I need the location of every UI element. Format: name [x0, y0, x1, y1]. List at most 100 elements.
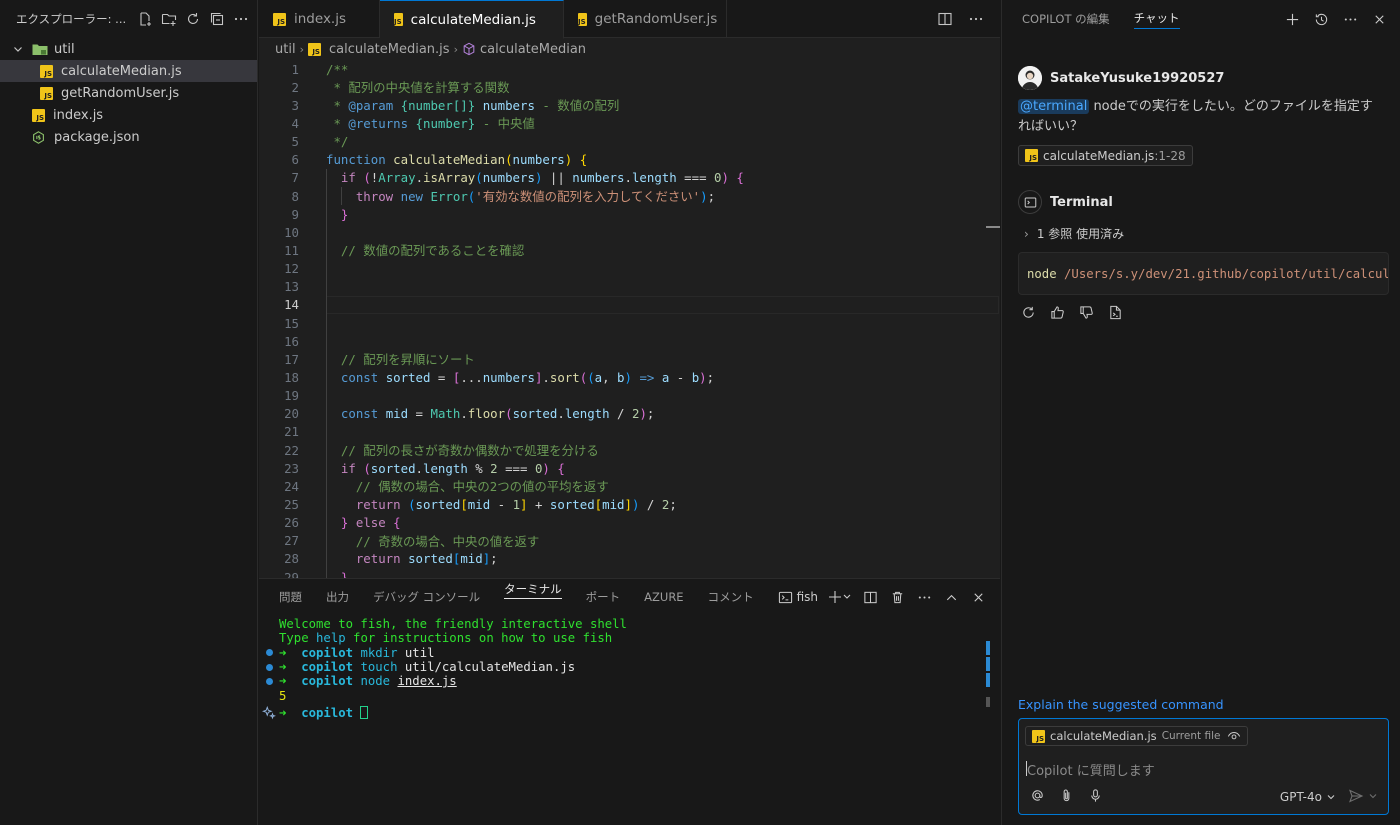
code-line[interactable]: 29 }	[259, 568, 1000, 579]
code-line[interactable]: 6 function calculateMedian(numbers) {	[259, 151, 1000, 169]
explain-command-link[interactable]: Explain the suggested command	[1018, 697, 1224, 712]
code-line[interactable]: 25 return (sorted[mid - 1] + sorted[mid]…	[259, 495, 1000, 513]
code-token: [	[460, 496, 468, 512]
editor-tab[interactable]: JS calculateMedian.js	[380, 0, 564, 39]
breadcrumb-folder[interactable]: util	[275, 42, 296, 57]
code-line[interactable]: 11 // 数値の配列であることを確認	[259, 241, 1000, 259]
attach-paperclip-icon[interactable]	[1058, 787, 1075, 804]
panel-tab[interactable]: 出力	[326, 579, 349, 615]
code-line[interactable]: 24 // 偶数の場合、中央の2つの値の平均を返す	[259, 477, 1000, 495]
thumbs-up-icon[interactable]	[1049, 304, 1066, 321]
thumbs-down-icon[interactable]	[1078, 304, 1095, 321]
code-line[interactable]: 2 * 配列の中央値を計算する関数	[259, 78, 1000, 96]
code-editor[interactable]: 1/** 2 * 配列の中央値を計算する関数 3 * @param {number[…	[259, 60, 1000, 578]
code-line[interactable]: 22 // 配列の長さが奇数か偶数かで処理を分ける	[259, 441, 1000, 459]
model-selector[interactable]: GPT-4o	[1280, 790, 1336, 804]
panel-more-icon[interactable]	[916, 589, 933, 606]
mention-at-icon[interactable]	[1029, 787, 1046, 804]
editor-tabbar: JS index.js JS calculateMedian.js JS getRando…	[259, 0, 1000, 39]
code-line[interactable]: 26 } else {	[259, 514, 1000, 532]
chat-input-box[interactable]: JS calculateMedian.js Current file Copil…	[1018, 718, 1389, 815]
current-file-chip[interactable]: JS calculateMedian.js Current file	[1025, 726, 1249, 746]
trash-icon[interactable]	[889, 589, 906, 606]
panel-tab[interactable]: コメント	[708, 579, 754, 615]
microphone-icon[interactable]	[1087, 787, 1104, 804]
command-success-dot[interactable]	[259, 663, 279, 671]
code-line[interactable]: 14	[259, 295, 1000, 315]
copilot-more-icon[interactable]	[1342, 11, 1359, 28]
code-token: ;	[490, 551, 498, 567]
close-icon[interactable]	[1371, 11, 1388, 28]
code-line[interactable]: 21	[259, 423, 1000, 441]
code-line[interactable]: 10	[259, 223, 1000, 241]
code-line[interactable]: 23 if (sorted.length % 2 === 0) {	[259, 459, 1000, 477]
terminal-prompt-line[interactable]: ➜ copilot	[259, 703, 1000, 723]
editor-more-icon[interactable]	[967, 10, 984, 27]
send-button[interactable]	[1348, 788, 1378, 804]
code-line[interactable]: 18 const sorted = [...numbers].sort((a, …	[259, 368, 1000, 386]
suggested-command-block[interactable]: node /Users/s.y/dev/21.github/copilot/ut…	[1018, 252, 1389, 295]
tree-item[interactable]: JS index.js	[0, 104, 257, 126]
close-panel-icon[interactable]	[970, 589, 987, 606]
tab-copilot-edit[interactable]: COPILOT の編集	[1022, 11, 1110, 27]
refresh-icon[interactable]	[184, 11, 201, 28]
code-line[interactable]: 17 // 配列を昇順にソート	[259, 350, 1000, 368]
new-terminal-icon[interactable]	[828, 589, 852, 606]
code-line[interactable]: 27 // 奇数の場合、中央の値を返す	[259, 532, 1000, 550]
code-line[interactable]: 19	[259, 387, 1000, 405]
maximize-panel-icon[interactable]	[943, 589, 960, 606]
split-terminal-icon[interactable]	[862, 589, 879, 606]
code-line[interactable]: 8 throw new Error('有効な数値の配列を入力してください');	[259, 187, 1000, 205]
plus-icon[interactable]	[1284, 11, 1301, 28]
code-line[interactable]: 5 */	[259, 133, 1000, 151]
editor-tab[interactable]: JS getRandomUser.js	[564, 0, 727, 38]
tab-chat[interactable]: チャット	[1133, 10, 1180, 29]
panel-tab[interactable]: ターミナル	[504, 579, 562, 599]
breadcrumb-file[interactable]: calculateMedian.js	[329, 42, 450, 57]
references-used[interactable]: › 1 参照 使用済み	[1024, 225, 1124, 242]
new-file-icon[interactable]	[136, 11, 153, 28]
panel-tab[interactable]: デバッグ コンソール	[373, 579, 480, 615]
code-line[interactable]: 20 const mid = Math.floor(sorted.length …	[259, 405, 1000, 423]
code-line[interactable]: 3 * @param {number[]} numbers - 数値の配列	[259, 96, 1000, 114]
code-line[interactable]: 1 /**	[259, 60, 1000, 78]
code-line[interactable]: 16	[259, 332, 1000, 350]
retry-icon[interactable]	[1020, 304, 1037, 321]
history-icon[interactable]	[1313, 11, 1330, 28]
code-line[interactable]: 9 }	[259, 205, 1000, 223]
file-reference-chip[interactable]: JS calculateMedian.js:1-28	[1018, 145, 1193, 166]
tree-item[interactable]: util	[0, 38, 257, 60]
chat-input-placeholder[interactable]: Copilot に質問します	[1026, 760, 1155, 779]
terminal-output[interactable]: Welcome to fish, the friendly interactiv…	[259, 617, 1000, 723]
tree-item[interactable]: JS calculateMedian.js	[0, 60, 257, 82]
insert-into-terminal-icon[interactable]	[1107, 304, 1124, 321]
breadcrumb-symbol[interactable]: calculateMedian	[480, 42, 586, 57]
new-folder-icon[interactable]	[160, 11, 177, 28]
code-line[interactable]: 28 return sorted[mid];	[259, 550, 1000, 568]
eye-icon[interactable]	[1227, 729, 1241, 743]
tree-item[interactable]: JS getRandomUser.js	[0, 82, 257, 104]
command-success-dot[interactable]	[259, 677, 279, 685]
more-actions-icon[interactable]	[232, 11, 249, 28]
terminal-scrollbar[interactable]	[986, 697, 990, 707]
code-line[interactable]: 4 * @returns {number} - 中央値	[259, 114, 1000, 132]
code-line[interactable]: 13	[259, 278, 1000, 296]
code-token: )	[542, 460, 550, 476]
tree-item[interactable]: package.json	[0, 126, 257, 148]
code-line[interactable]: 12	[259, 260, 1000, 278]
line-number: 15	[284, 315, 299, 331]
terminal-shell-selector[interactable]: fish	[778, 590, 818, 605]
code-token: a	[594, 369, 603, 385]
panel-tab[interactable]: 問題	[279, 579, 302, 615]
collapse-all-icon[interactable]	[208, 11, 225, 28]
code-token: {	[579, 152, 588, 168]
panel-tab[interactable]: AZURE	[644, 579, 683, 615]
command-success-dot[interactable]	[259, 649, 279, 657]
code-line[interactable]: 7 if (!Array.isArray(numbers) || numbers…	[259, 169, 1000, 187]
editor-tab[interactable]: JS index.js	[259, 0, 380, 38]
code-line[interactable]: 15	[259, 314, 1000, 332]
split-editor-icon[interactable]	[936, 10, 953, 27]
panel-tab[interactable]: ポート	[586, 579, 621, 615]
